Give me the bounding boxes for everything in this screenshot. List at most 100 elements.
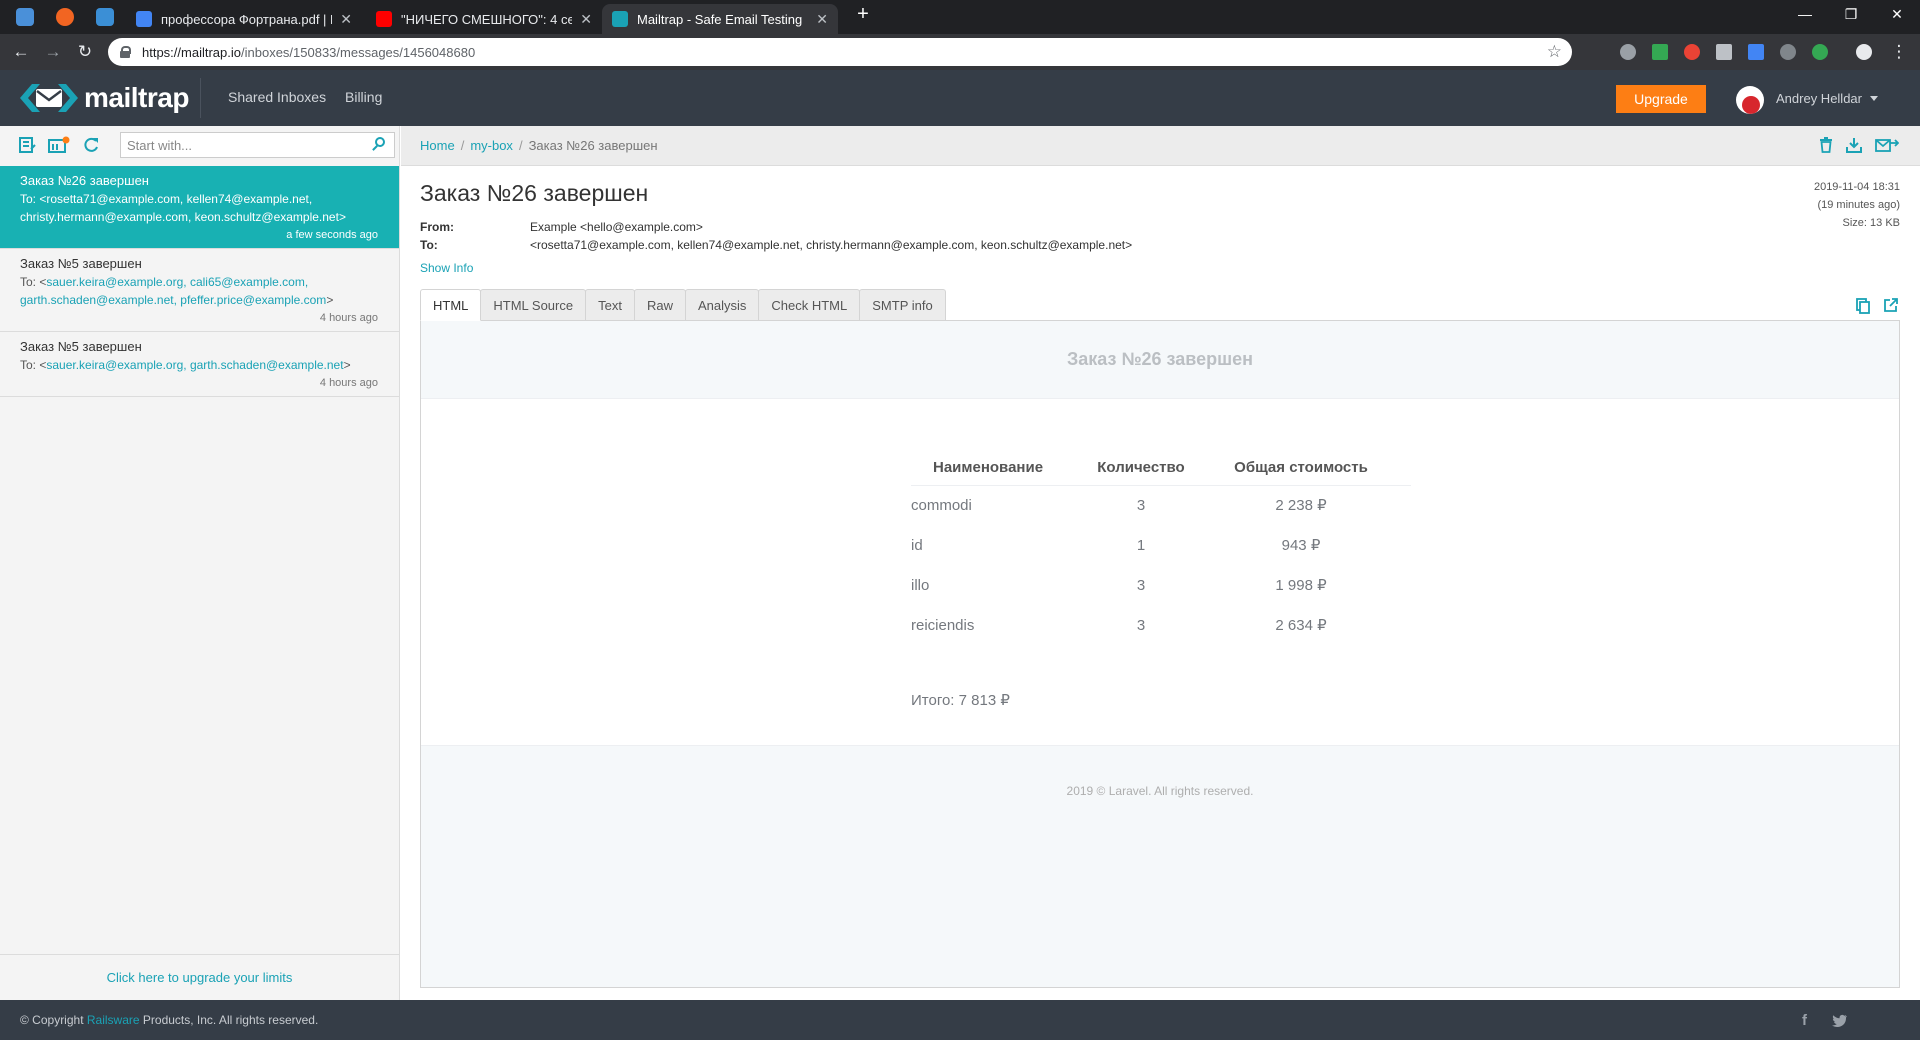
new-tab-icon[interactable]: + bbox=[848, 3, 878, 26]
close-window-icon[interactable]: ✕ bbox=[1882, 6, 1912, 23]
message-item[interactable]: Заказ №5 завершен To: <sauer.keira@examp… bbox=[0, 249, 399, 332]
from-row: From: Example <hello@example.com> bbox=[420, 220, 703, 234]
item-qty: 3 bbox=[1136, 496, 1146, 514]
breadcrumb: Home / my-box / Заказ №26 завершен bbox=[420, 138, 658, 153]
order-total: Итого: 7 813 ₽ bbox=[911, 692, 1010, 709]
tab-title: Mailtrap - Safe Email Testing bbox=[637, 11, 803, 27]
extension-icon[interactable] bbox=[1716, 44, 1732, 60]
page-footer: © Copyright Railsware Products, Inc. All… bbox=[0, 1000, 1920, 1040]
sidebar-footer: Click here to upgrade your limits bbox=[0, 954, 399, 1000]
item-total: 2 634 ₽ bbox=[1275, 617, 1327, 634]
reload-icon[interactable]: ↻ bbox=[74, 42, 96, 62]
tab-html[interactable]: HTML bbox=[420, 289, 482, 321]
header-divider bbox=[200, 78, 201, 118]
twitter-icon[interactable] bbox=[1832, 1014, 1848, 1028]
message-item[interactable]: Заказ №5 завершен To: <sauer.keira@examp… bbox=[0, 332, 399, 397]
message-size: Size: 13 KB bbox=[1842, 217, 1900, 229]
avatar[interactable] bbox=[1736, 86, 1764, 114]
extension-icon[interactable] bbox=[1748, 44, 1764, 60]
open-new-window-icon[interactable] bbox=[1884, 298, 1898, 312]
extension-icon[interactable] bbox=[1620, 44, 1636, 60]
tab-smtp-info[interactable]: SMTP info bbox=[859, 289, 946, 321]
browser-tab-bar: профессора Фортрана.pdf | Do ✕ "НИЧЕГО С… bbox=[0, 0, 1920, 34]
profile-icon[interactable] bbox=[1856, 44, 1872, 60]
message-time: 4 hours ago bbox=[319, 312, 378, 324]
upgrade-button[interactable]: Upgrade bbox=[1616, 85, 1706, 113]
item-total: 2 238 ₽ bbox=[1275, 497, 1327, 515]
upgrade-limits-link[interactable]: Click here to upgrade your limits bbox=[107, 970, 293, 985]
table-header-row: Наименование Количество Общая стоимость bbox=[911, 459, 1411, 486]
minimize-icon[interactable]: — bbox=[1790, 6, 1820, 22]
column-header: Наименование bbox=[911, 459, 1091, 486]
message-recipients: To: <sauer.keira@example.org, cali65@exa… bbox=[20, 275, 334, 307]
tab-check-html[interactable]: Check HTML bbox=[758, 289, 861, 321]
item-name: reiciendis bbox=[911, 616, 975, 634]
search-input[interactable] bbox=[120, 132, 395, 158]
forward-nav-icon[interactable]: → bbox=[42, 42, 64, 62]
view-tabs: HTML HTML Source Text Raw Analysis Check… bbox=[420, 289, 946, 321]
tab-title: "НИЧЕГО СМЕШНОГО": 4 серия bbox=[401, 11, 573, 27]
from-value: Example <hello@example.com> bbox=[530, 220, 703, 234]
nav-shared-inboxes[interactable]: Shared Inboxes bbox=[228, 89, 326, 105]
message-item[interactable]: Заказ №26 завершен To: <rosetta71@exampl… bbox=[0, 166, 399, 249]
copy-icon[interactable] bbox=[1856, 298, 1870, 314]
extension-icon[interactable] bbox=[1780, 44, 1796, 60]
pinned-tab-icon[interactable] bbox=[56, 8, 74, 26]
copyright: © Copyright Railsware Products, Inc. All… bbox=[20, 1013, 319, 1027]
mark-read-icon[interactable] bbox=[48, 136, 70, 154]
menu-kebab-icon[interactable]: ⋮ bbox=[1888, 42, 1910, 62]
to-label: To: bbox=[420, 238, 438, 252]
facebook-icon[interactable]: f bbox=[1802, 1012, 1807, 1029]
tab-text[interactable]: Text bbox=[585, 289, 635, 321]
message-meta: 2019-11-04 18:31 (19 minutes ago) Size: … bbox=[1814, 178, 1900, 232]
tab-raw[interactable]: Raw bbox=[633, 289, 686, 321]
mailtrap-logo-icon bbox=[20, 84, 78, 112]
bookmark-star-icon[interactable]: ☆ bbox=[1547, 42, 1562, 62]
close-icon[interactable]: ✕ bbox=[816, 11, 828, 28]
from-label: From: bbox=[420, 220, 454, 234]
email-header: Заказ №26 завершен bbox=[421, 321, 1899, 399]
message-sidebar: Заказ №26 завершен To: <rosetta71@exampl… bbox=[0, 126, 400, 1000]
item-total: 943 ₽ bbox=[1281, 537, 1321, 554]
close-icon[interactable]: ✕ bbox=[580, 11, 592, 28]
lock-icon bbox=[120, 46, 131, 58]
youtube-favicon-icon bbox=[376, 11, 392, 27]
chevron-down-icon[interactable] bbox=[1870, 96, 1878, 101]
browser-tab[interactable]: профессора Фортрана.pdf | Do ✕ bbox=[126, 4, 362, 34]
message-recipients: To: <sauer.keira@example.org, garth.scha… bbox=[20, 358, 351, 372]
mailtrap-logo[interactable]: mailtrap bbox=[18, 82, 189, 114]
tab-html-source[interactable]: HTML Source bbox=[480, 289, 587, 321]
address-bar[interactable]: https://mailtrap.io/inboxes/150833/messa… bbox=[108, 38, 1572, 66]
refresh-icon[interactable] bbox=[82, 136, 100, 154]
browser-tab[interactable]: "НИЧЕГО СМЕШНОГО": 4 серия ✕ bbox=[366, 4, 602, 34]
message-list: Заказ №26 завершен To: <rosetta71@exampl… bbox=[0, 166, 399, 397]
forward-icon[interactable] bbox=[1875, 137, 1899, 153]
email-heading: Заказ №26 завершен bbox=[1066, 349, 1253, 369]
extension-icon[interactable] bbox=[1652, 44, 1668, 60]
back-icon[interactable]: ← bbox=[10, 42, 32, 62]
show-info-link[interactable]: Show Info bbox=[420, 261, 473, 275]
search-icon[interactable] bbox=[375, 137, 385, 147]
pinned-tab-icon[interactable] bbox=[96, 8, 114, 26]
extension-icon[interactable] bbox=[1812, 44, 1828, 60]
nav-billing[interactable]: Billing bbox=[345, 89, 382, 105]
tab-analysis[interactable]: Analysis bbox=[684, 289, 760, 321]
user-name[interactable]: Andrey Helldar bbox=[1776, 91, 1862, 106]
logo-text: mailtrap bbox=[84, 82, 189, 113]
item-qty: 1 bbox=[1136, 536, 1146, 554]
delete-icon[interactable] bbox=[1819, 137, 1833, 153]
table-row: reiciendis 3 2 634 ₽ bbox=[911, 605, 1411, 645]
close-icon[interactable]: ✕ bbox=[340, 11, 352, 28]
breadcrumb-inbox[interactable]: my-box bbox=[470, 138, 513, 153]
extension-icon[interactable] bbox=[1684, 44, 1700, 60]
railsware-link[interactable]: Railsware bbox=[87, 1013, 140, 1027]
browser-tab-active[interactable]: Mailtrap - Safe Email Testing ✕ bbox=[602, 4, 838, 34]
pinned-tab-icon[interactable] bbox=[16, 8, 34, 26]
page-title: Заказ №26 завершен bbox=[420, 180, 649, 206]
breadcrumb-home[interactable]: Home bbox=[420, 138, 455, 153]
restore-icon[interactable]: ❐ bbox=[1836, 6, 1866, 23]
message-time: a few seconds ago bbox=[286, 229, 378, 241]
url-text: https://mailtrap.io/inboxes/150833/messa… bbox=[142, 44, 476, 60]
download-icon[interactable] bbox=[1846, 137, 1862, 153]
new-inbox-icon[interactable] bbox=[18, 136, 36, 154]
